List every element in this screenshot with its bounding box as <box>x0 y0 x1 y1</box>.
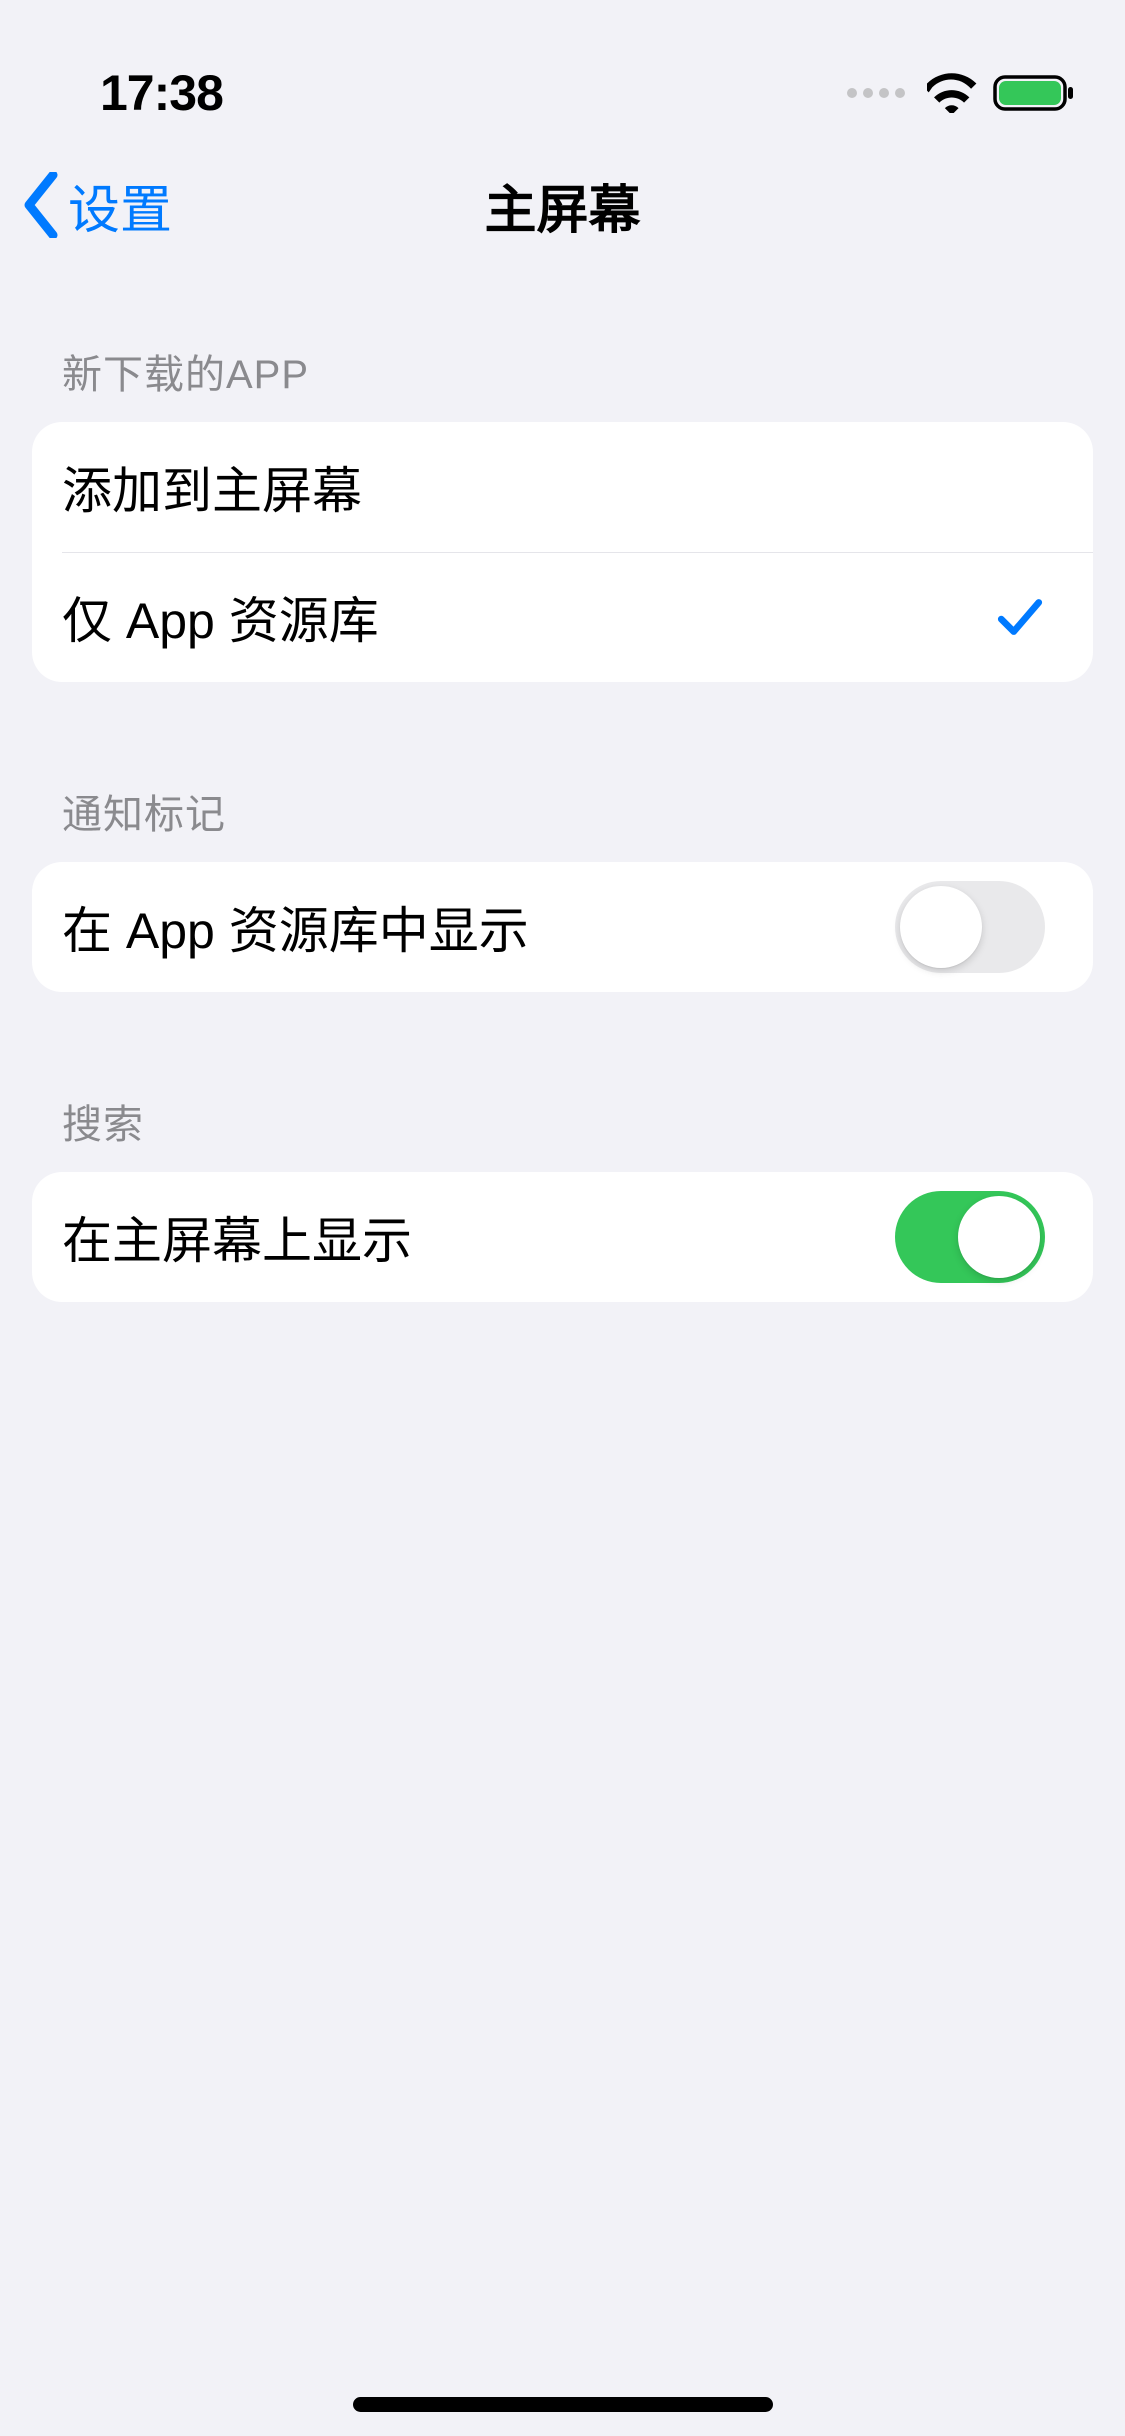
toggle-show-in-app-library[interactable] <box>895 881 1045 973</box>
section-header: 新下载的APP <box>0 342 1125 422</box>
status-time: 17:38 <box>100 64 223 122</box>
chevron-left-icon <box>22 172 60 238</box>
status-bar: 17:38 <box>0 0 1125 140</box>
back-label: 设置 <box>68 168 172 243</box>
row-show-in-app-library: 在 App 资源库中显示 <box>32 862 1093 992</box>
row-label: 在主屏幕上显示 <box>62 1201 412 1273</box>
back-button[interactable]: 设置 <box>22 168 172 243</box>
home-indicator[interactable] <box>353 2397 773 2412</box>
wifi-icon <box>927 73 979 113</box>
row-add-to-home[interactable]: 添加到主屏幕 <box>32 422 1093 552</box>
section-header: 通知标记 <box>0 782 1125 862</box>
toggle-knob <box>900 886 982 968</box>
row-label: 在 App 资源库中显示 <box>62 891 529 963</box>
row-app-library-only[interactable]: 仅 App 资源库 <box>32 552 1093 682</box>
nav-bar: 设置 主屏幕 <box>0 140 1125 270</box>
list: 添加到主屏幕 仅 App 资源库 <box>32 422 1093 682</box>
section-search: 搜索 在主屏幕上显示 <box>0 1092 1125 1302</box>
row-label: 仅 App 资源库 <box>62 581 379 653</box>
checkmark-icon <box>995 592 1045 642</box>
cellular-icon <box>847 88 905 98</box>
status-indicators <box>847 73 1075 113</box>
section-header: 搜索 <box>0 1092 1125 1172</box>
list: 在主屏幕上显示 <box>32 1172 1093 1302</box>
toggle-knob <box>958 1196 1040 1278</box>
list: 在 App 资源库中显示 <box>32 862 1093 992</box>
row-label: 添加到主屏幕 <box>62 451 362 523</box>
toggle-show-on-home[interactable] <box>895 1191 1045 1283</box>
section-notification-badges: 通知标记 在 App 资源库中显示 <box>0 782 1125 992</box>
section-new-downloads: 新下载的APP 添加到主屏幕 仅 App 资源库 <box>0 342 1125 682</box>
row-show-on-home: 在主屏幕上显示 <box>32 1172 1093 1302</box>
battery-icon <box>993 73 1075 113</box>
